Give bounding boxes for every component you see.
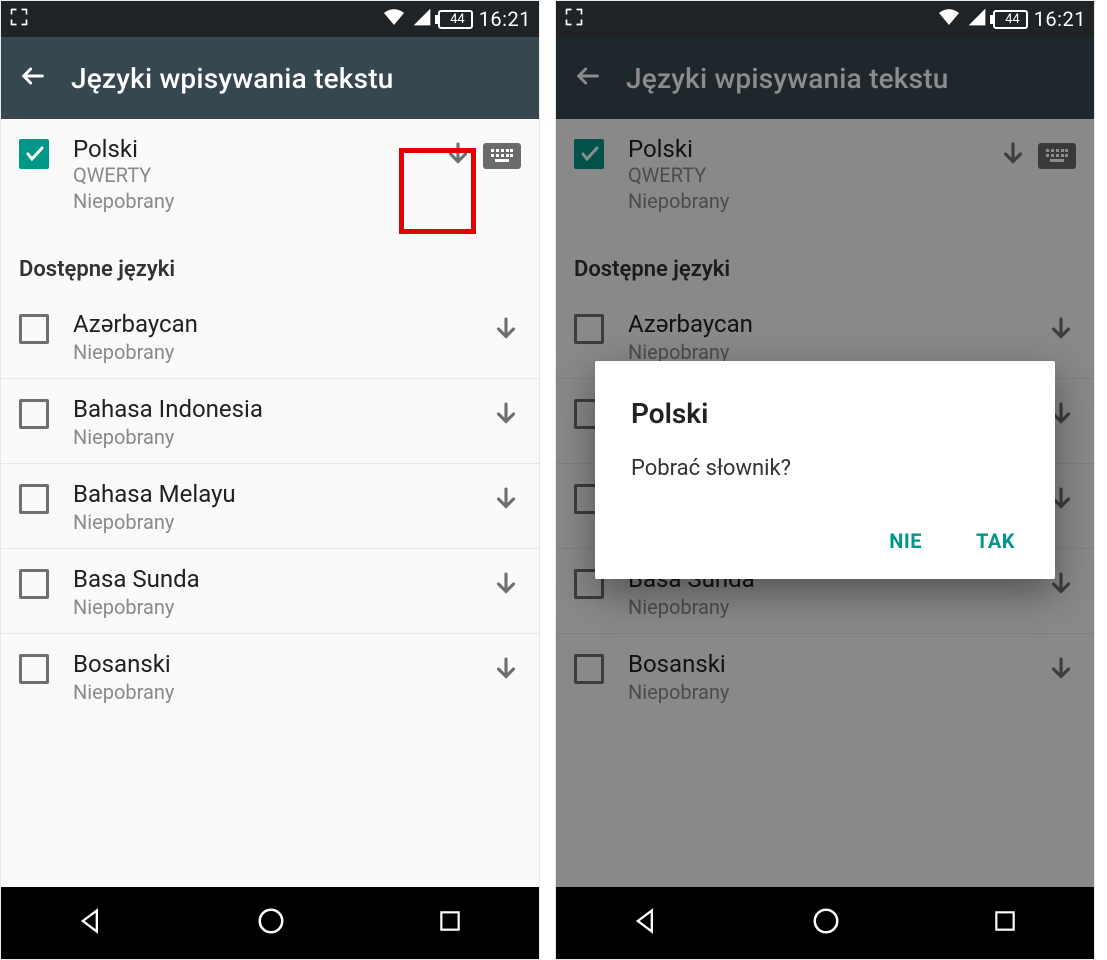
language-row[interactable]: Basa Sunda Niepobrany xyxy=(1,548,539,633)
nav-bar xyxy=(556,887,1094,959)
dialog-message: Pobrać słownik? xyxy=(631,456,1019,481)
download-icon[interactable] xyxy=(491,654,521,688)
wifi-icon xyxy=(382,5,406,33)
checkbox-unchecked[interactable] xyxy=(19,484,49,514)
language-status: Niepobrany xyxy=(73,595,491,619)
battery-level: 44 xyxy=(1005,12,1020,27)
clock: 16:21 xyxy=(1034,7,1086,31)
checkbox-unchecked[interactable] xyxy=(19,569,49,599)
nav-recents-icon[interactable] xyxy=(992,908,1018,938)
download-icon[interactable] xyxy=(491,484,521,518)
download-icon[interactable] xyxy=(443,139,473,173)
nav-home-icon[interactable] xyxy=(256,906,286,940)
language-name: Bosanski xyxy=(73,650,491,678)
available-languages-header: Dostępne języki xyxy=(1,227,539,294)
screenshot-mode-icon xyxy=(9,7,29,31)
app-bar: Języki wpisywania tekstu xyxy=(1,37,539,119)
keyboard-icon[interactable] xyxy=(483,143,521,169)
checkbox-checked[interactable] xyxy=(19,139,49,169)
status-bar: 44 16:21 xyxy=(1,1,539,37)
language-name: Basa Sunda xyxy=(73,565,491,593)
language-status: Niepobrany xyxy=(73,680,491,704)
checkbox-unchecked[interactable] xyxy=(19,314,49,344)
language-list: Azərbaycan Niepobrany Bahasa Indonesia N… xyxy=(1,294,539,718)
page-title: Języki wpisywania tekstu xyxy=(71,62,394,95)
clock: 16:21 xyxy=(479,7,531,31)
download-icon[interactable] xyxy=(491,399,521,433)
nav-back-icon[interactable] xyxy=(632,907,660,939)
status-bar: 44 16:21 xyxy=(556,1,1094,37)
language-name: Azərbaycan xyxy=(73,310,491,338)
language-row[interactable]: Bahasa Indonesia Niepobrany xyxy=(1,378,539,463)
screenshot-right: 44 16:21 Języki wpisywania tekstu Po xyxy=(555,0,1095,960)
language-status: Niepobrany xyxy=(73,510,491,534)
selected-language-status: Niepobrany xyxy=(73,189,443,213)
screenshot-mode-icon xyxy=(564,7,584,31)
screenshot-left: 44 16:21 Języki wpisywania tekstu xyxy=(0,0,540,960)
dialog-title: Polski xyxy=(631,397,1019,430)
battery-level: 44 xyxy=(450,12,465,27)
selected-language-row[interactable]: Polski QWERTY Niepobrany xyxy=(1,119,539,227)
signal-icon xyxy=(412,7,432,31)
signal-icon xyxy=(967,7,987,31)
wifi-icon xyxy=(937,5,961,33)
download-icon[interactable] xyxy=(491,569,521,603)
download-icon[interactable] xyxy=(491,314,521,348)
download-dialog: Polski Pobrać słownik? NIE TAK xyxy=(595,361,1055,579)
language-status: Niepobrany xyxy=(73,425,491,449)
dialog-positive-button[interactable]: TAK xyxy=(972,521,1019,561)
dialog-negative-button[interactable]: NIE xyxy=(885,521,926,561)
checkbox-unchecked[interactable] xyxy=(19,399,49,429)
back-icon[interactable] xyxy=(19,62,47,94)
nav-bar xyxy=(1,887,539,959)
nav-home-icon[interactable] xyxy=(811,906,841,940)
language-name: Bahasa Melayu xyxy=(73,480,491,508)
nav-back-icon[interactable] xyxy=(77,907,105,939)
battery-icon: 44 xyxy=(438,10,473,29)
language-row[interactable]: Bahasa Melayu Niepobrany xyxy=(1,463,539,548)
content: Polski QWERTY Niepobrany Dostępne języki xyxy=(1,119,539,718)
language-row[interactable]: Azərbaycan Niepobrany xyxy=(1,294,539,378)
selected-language-layout: QWERTY xyxy=(73,163,443,187)
checkbox-unchecked[interactable] xyxy=(19,654,49,684)
selected-language-name: Polski xyxy=(73,135,443,163)
nav-recents-icon[interactable] xyxy=(437,908,463,938)
language-status: Niepobrany xyxy=(73,340,491,364)
language-row[interactable]: Bosanski Niepobrany xyxy=(1,633,539,718)
battery-icon: 44 xyxy=(993,10,1028,29)
language-name: Bahasa Indonesia xyxy=(73,395,491,423)
